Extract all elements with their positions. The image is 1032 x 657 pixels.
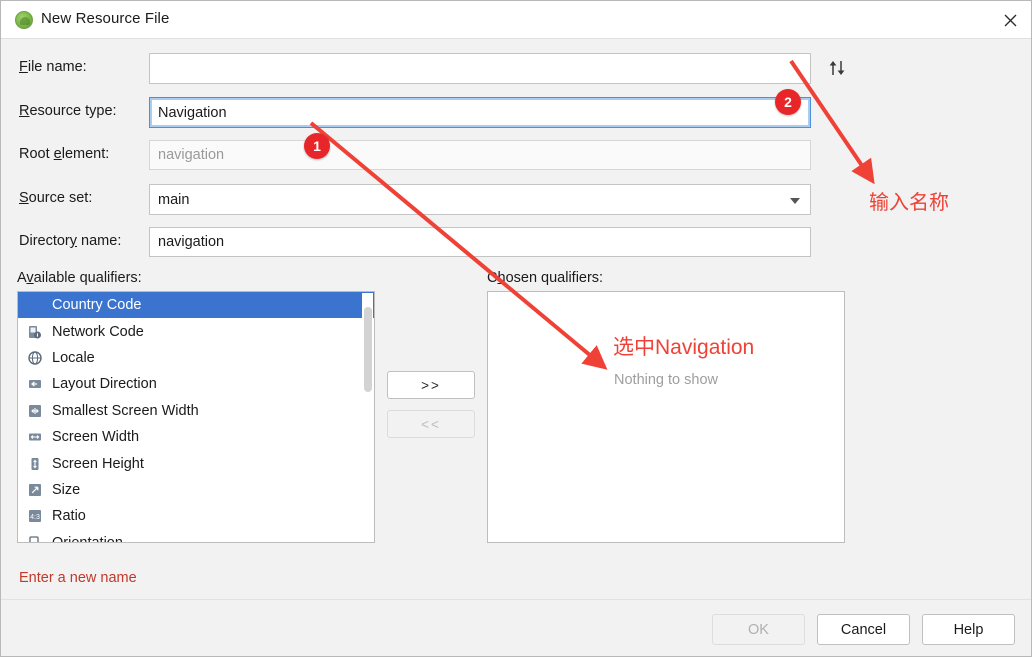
root-element-value: navigation — [158, 147, 225, 163]
chevron-down-icon — [790, 197, 800, 204]
close-icon[interactable] — [987, 1, 1031, 39]
qualifier-item-label: Smallest Screen Width — [52, 402, 199, 419]
qualifier-item-label: Ratio — [52, 508, 86, 525]
annotation-text-enter-name: 输入名称 — [869, 192, 949, 214]
annotation-badge-1: 1 — [304, 133, 330, 159]
root-element-input[interactable]: navigation — [149, 140, 811, 170]
country-code-icon — [27, 297, 43, 313]
title-bar: New Resource File — [1, 1, 1031, 39]
qualifier-item-label: Screen Width — [52, 429, 140, 446]
nothing-to-show-text: Nothing to show — [614, 372, 718, 388]
help-button[interactable]: Help — [922, 614, 1015, 645]
qualifier-item[interactable]: Orientation — [18, 530, 374, 543]
footer-divider — [1, 599, 1031, 600]
qualifier-item[interactable]: Smallest Screen Width — [18, 398, 374, 424]
directory-name-value: navigation — [158, 234, 225, 250]
locale-globe-icon — [27, 350, 43, 366]
qualifier-item[interactable]: Locale — [18, 345, 374, 371]
qualifier-item-label: Orientation — [52, 534, 123, 543]
qualifier-item-label: Network Code — [52, 323, 144, 340]
file-name-label: File name: — [19, 59, 87, 75]
qualifier-item[interactable]: Layout Direction — [18, 371, 374, 397]
smallest-screen-width-icon — [27, 403, 43, 419]
size-icon — [27, 482, 43, 498]
layout-direction-icon — [27, 376, 43, 392]
ratio-icon: 4:3 — [27, 508, 43, 524]
validation-message: Enter a new name — [19, 570, 137, 586]
qualifier-item-label: Country Code — [52, 297, 142, 314]
resource-type-value: Navigation — [158, 104, 227, 121]
annotation-text-select-navigation: 选中Navigation — [613, 336, 755, 359]
chosen-qualifiers-label: Chosen qualifiers: — [487, 270, 604, 286]
qualifier-item[interactable]: Size — [18, 477, 374, 503]
available-list-scrollbar[interactable] — [362, 293, 373, 542]
available-qualifiers-label: Available qualifiers: — [17, 270, 142, 286]
qualifier-item[interactable]: Network Code — [18, 318, 374, 344]
android-studio-icon — [15, 11, 33, 29]
qualifier-item[interactable]: Screen Height — [18, 450, 374, 476]
qualifier-item-label: Locale — [52, 349, 95, 366]
file-name-input[interactable] — [149, 53, 811, 84]
root-element-label: Root element: — [19, 146, 110, 162]
source-set-combo[interactable]: main — [149, 184, 811, 215]
source-set-value: main — [158, 191, 190, 208]
screen-height-icon — [27, 456, 43, 472]
remove-qualifier-button: << — [387, 410, 475, 438]
qualifier-item-label: Size — [52, 481, 81, 498]
ok-button: OK — [712, 614, 805, 645]
add-qualifier-button[interactable]: >> — [387, 371, 475, 399]
network-code-icon — [27, 324, 43, 340]
qualifier-item[interactable]: 4:3 Ratio — [18, 503, 374, 529]
annotation-badge-2: 2 — [775, 89, 801, 115]
svg-text:4:3: 4:3 — [30, 514, 40, 521]
available-qualifiers-list[interactable]: Country Code Network Code Locale Layout Dir… — [17, 291, 375, 543]
screen-width-icon — [27, 429, 43, 445]
directory-name-input[interactable]: navigation — [149, 227, 811, 257]
window-title: New Resource File — [41, 10, 170, 27]
new-resource-file-dialog: New Resource File File name: Resource ty… — [0, 0, 1032, 657]
qualifier-item[interactable]: Country Code — [18, 292, 374, 319]
qualifier-item-label: Screen Height — [52, 455, 144, 472]
directory-name-label: Directory name: — [19, 233, 122, 249]
resource-type-combo[interactable]: Navigation — [149, 97, 811, 128]
source-set-label: Source set: — [19, 190, 93, 206]
swap-up-down-icon[interactable] — [827, 58, 849, 78]
scrollbar-thumb[interactable] — [364, 307, 372, 392]
resource-type-label: Resource type: — [19, 103, 117, 119]
chosen-qualifiers-list[interactable]: Nothing to show — [487, 291, 845, 543]
qualifier-item[interactable]: Screen Width — [18, 424, 374, 450]
cancel-button[interactable]: Cancel — [817, 614, 910, 645]
orientation-icon — [27, 535, 43, 542]
qualifier-item-label: Layout Direction — [52, 376, 157, 393]
